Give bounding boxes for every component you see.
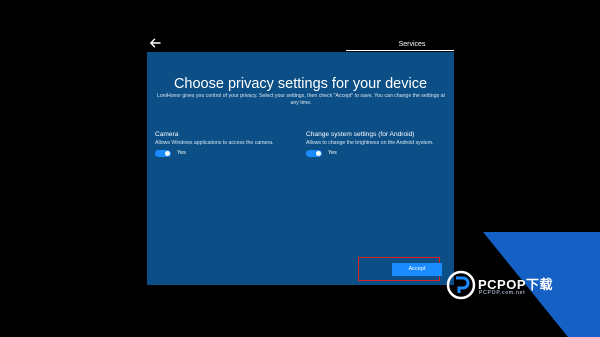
toggle-row: Yes [306,150,451,157]
tab-underline [346,50,454,51]
back-button[interactable] [148,36,162,50]
watermark-logo-icon [446,270,476,300]
setting-description: Allows to change the brightness on the A… [306,140,434,146]
setting-title: Camera [155,131,179,138]
toggle-row: Yes [155,150,300,157]
toggle-label: Yes [177,150,186,156]
dialog-title: Choose privacy settings for your device [173,76,428,92]
setting-camera: Camera Allows Windows applications to ac… [155,131,300,157]
watermark-subtext: PCPOP.com.net [479,290,526,296]
camera-toggle[interactable] [155,150,171,157]
setting-description: Allows Windows applications to access th… [155,140,274,146]
toggle-knob [316,151,321,156]
setup-screen: Services Choose privacy settings for you… [0,0,600,337]
setting-title: Change system settings (for Android) [306,131,415,138]
arrow-left-icon [150,38,161,48]
dialog-intro: LoniHonor gives you control of your priv… [157,93,445,106]
toggle-label: Yes [328,150,337,156]
toggle-knob [165,151,170,156]
system-settings-toggle[interactable] [306,150,322,157]
accept-button[interactable]: Accept [392,263,442,276]
privacy-dialog: Choose privacy settings for your device … [147,52,454,285]
setting-system-settings: Change system settings (for Android) All… [306,131,451,157]
watermark: PCPOP下载 PCPOP.com.net [438,232,600,337]
